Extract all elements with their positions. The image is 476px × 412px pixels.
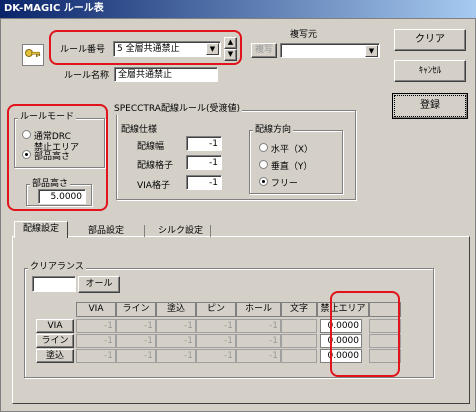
tab-parts-label: 部品設定 xyxy=(88,226,125,236)
clearance-cell xyxy=(281,349,317,363)
clearance-cell: -1 xyxy=(76,349,116,363)
clearance-all-input[interactable] xyxy=(32,276,76,292)
wiring-grid-label: 配線格子 xyxy=(137,161,174,171)
direction-option-free[interactable]: フリー xyxy=(259,177,298,189)
clearance-cell: -1 xyxy=(76,334,116,348)
highlight-rule-mode xyxy=(7,104,108,211)
tab-silk[interactable]: シルク設定 xyxy=(150,224,211,238)
wiring-grid-input[interactable]: -1 xyxy=(186,155,222,170)
direction-title: 配線方向 xyxy=(253,125,294,136)
direction-horizontal-label: 水平（X） xyxy=(270,145,314,155)
row-header[interactable]: VIA xyxy=(36,319,74,333)
clearance-cell: -1 xyxy=(116,349,156,363)
radio-vertical[interactable] xyxy=(259,160,268,169)
rule-name-input[interactable]: 全層共通禁止 xyxy=(114,67,218,82)
via-grid-label: VIA格子 xyxy=(137,181,170,191)
column-header: VIA xyxy=(76,302,116,317)
column-header: 塗込 xyxy=(156,302,196,317)
radio-horizontal[interactable] xyxy=(259,143,268,152)
row-header[interactable]: 塗込 xyxy=(36,349,74,363)
all-button[interactable]: オール xyxy=(78,276,120,293)
copy-button[interactable]: 複写 xyxy=(251,43,277,58)
copy-source-label: 複写元 xyxy=(290,30,318,40)
clearance-cell: -1 xyxy=(116,334,156,348)
key-icon xyxy=(22,44,44,66)
rule-name-label: ルール名称 xyxy=(64,71,110,81)
clearance-cell: -1 xyxy=(76,319,116,333)
radio-free[interactable] xyxy=(259,177,268,186)
column-header: ライン xyxy=(116,302,156,317)
direction-option-vertical[interactable]: 垂直（Y） xyxy=(259,160,312,172)
register-button-label: 登録 xyxy=(394,95,466,117)
clearance-cell: -1 xyxy=(236,334,281,348)
clearance-cell: -1 xyxy=(156,349,196,363)
row-header[interactable]: ライン xyxy=(36,334,74,348)
clearance-cell: -1 xyxy=(156,319,196,333)
specctra-title: SPECCTRA配線ルール(受渡値) xyxy=(112,104,242,115)
clearance-cell: -1 xyxy=(196,334,236,348)
tab-wiring-label: 配線設定 xyxy=(23,224,60,234)
column-header: ピン xyxy=(196,302,236,317)
clear-button[interactable]: クリア xyxy=(394,29,466,51)
tab-silk-label: シルク設定 xyxy=(158,226,204,236)
wiring-width-label: 配線幅 xyxy=(137,142,165,152)
register-button[interactable]: 登録 xyxy=(392,93,468,119)
tab-wiring[interactable]: 配線設定 xyxy=(14,221,69,238)
window-titlebar: DK-MAGIC ルール表 xyxy=(0,0,476,18)
clearance-cell: -1 xyxy=(196,349,236,363)
cancel-button[interactable]: ｷｬﾝｾﾙ xyxy=(394,60,466,82)
tab-divider xyxy=(144,225,145,237)
wiring-width-input[interactable]: -1 xyxy=(186,136,222,151)
clearance-title: クリアランス xyxy=(28,262,86,273)
clearance-cell: -1 xyxy=(196,319,236,333)
tab-divider xyxy=(210,225,211,237)
clearance-cell xyxy=(281,319,317,333)
clearance-cell: -1 xyxy=(236,349,281,363)
direction-option-horizontal[interactable]: 水平（X） xyxy=(259,143,313,155)
column-header: ホール xyxy=(236,302,281,317)
via-grid-input[interactable]: -1 xyxy=(186,175,222,190)
column-header: 文字 xyxy=(281,302,317,317)
highlight-rule-number xyxy=(49,30,242,65)
clearance-cell: -1 xyxy=(156,334,196,348)
direction-vertical-label: 垂直（Y） xyxy=(270,162,313,172)
window-title: DK-MAGIC ルール表 xyxy=(4,3,104,14)
chevron-down-icon[interactable]: ▼ xyxy=(365,45,378,57)
clearance-cell: -1 xyxy=(236,319,281,333)
clearance-cell xyxy=(281,334,317,348)
copy-source-select[interactable]: ▼ xyxy=(280,43,380,58)
direction-free-label: フリー xyxy=(270,179,298,189)
highlight-forbidden-area-column xyxy=(330,291,400,377)
wiring-spec-label: 配線仕様 xyxy=(121,125,158,135)
tab-parts[interactable]: 部品設定 xyxy=(80,224,132,238)
clearance-cell: -1 xyxy=(116,319,156,333)
